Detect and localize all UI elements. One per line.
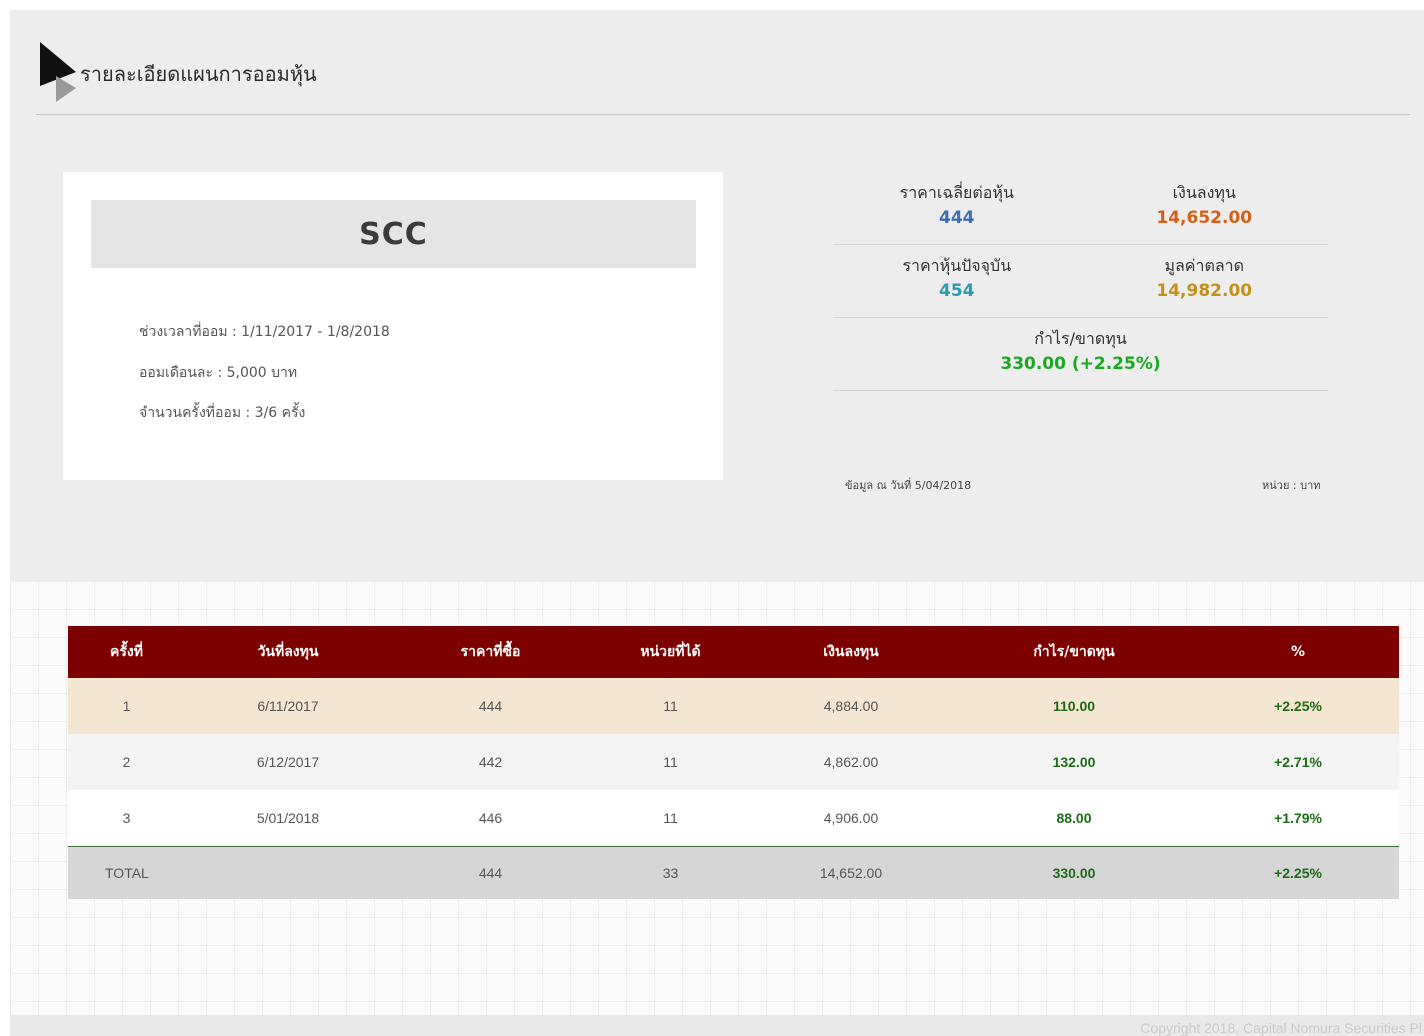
cell-units: 11 [590, 790, 751, 847]
footer: Copyright 2018, Capital Nomura Securitie… [10, 1015, 1424, 1036]
cell-percent: +2.25% [1197, 678, 1399, 734]
monthly-amount: ออมเดือนละ : 5,000 บาท [139, 365, 298, 381]
col-header-date[interactable]: วันที่ลงทุน [185, 626, 391, 678]
as-of-date: ข้อมูล ณ วันที่ 5/04/2018 [845, 479, 972, 492]
cell-round: 3 [68, 790, 185, 847]
current-price-value: 454 [939, 281, 975, 301]
cell-investment: 4,906.00 [751, 790, 951, 847]
col-header-round[interactable]: ครั้งที่ [68, 626, 185, 678]
table-header-row: ครั้งที่ วันที่ลงทุน ราคาที่ซื้อ หน่วยที… [68, 626, 1399, 678]
stat-investment: เงินลงทุน 14,652.00 [1081, 172, 1329, 244]
table-row: 3 5/01/2018 446 11 4,906.00 88.00 +1.79% [68, 790, 1399, 847]
plan-info-card: SCC ช่วงเวลาที่ออม : 1/11/2017 - 1/8/201… [63, 172, 723, 480]
cell-investment: 4,884.00 [751, 678, 951, 734]
copyright-text: Copyright 2018, Capital Nomura Securitie… [1140, 1020, 1422, 1036]
stat-row-pnl: กำไร/ขาดทุน 330.00 (+2.25%) [833, 318, 1328, 391]
symbol-banner: SCC [91, 200, 696, 268]
unit-note: หน่วย : บาท [1262, 479, 1321, 492]
cell-date: 5/01/2018 [185, 790, 391, 847]
stat-row-current-market: ราคาหุ้นปัจจุบัน 454 มูลค่าตลาด 14,982.0… [833, 245, 1328, 318]
table-row: 2 6/12/2017 442 11 4,862.00 132.00 +2.71… [68, 734, 1399, 790]
pnl-label: กำไร/ขาดทุน [1034, 329, 1127, 348]
title-divider [36, 114, 1410, 115]
pnl-value: 330.00 (+2.25%) [1000, 354, 1161, 374]
cell-total-date [185, 846, 391, 899]
cell-total-price: 444 [391, 846, 590, 899]
cell-total-units: 33 [590, 846, 751, 899]
page-title: รายละเอียดแผนการออมหุ้น [80, 62, 317, 86]
investment-label: เงินลงทุน [1172, 183, 1236, 202]
cell-date: 6/12/2017 [185, 734, 391, 790]
cell-percent: +1.79% [1197, 790, 1399, 847]
market-value-label: มูลค่าตลาด [1164, 256, 1245, 275]
stat-row-price-investment: ราคาเฉลี่ยต่อหุ้น 444 เงินลงทุน 14,652.0… [833, 172, 1328, 245]
cell-round: 2 [68, 734, 185, 790]
play-arrow-logo-icon [40, 42, 76, 102]
avg-price-label: ราคาเฉลี่ยต่อหุ้น [899, 183, 1014, 202]
stat-market-value: มูลค่าตลาด 14,982.00 [1081, 245, 1329, 317]
cell-total-percent: +2.25% [1197, 846, 1399, 899]
col-header-price[interactable]: ราคาที่ซื้อ [391, 626, 590, 678]
cell-price: 446 [391, 790, 590, 847]
saving-period: ช่วงเวลาที่ออม : 1/11/2017 - 1/8/2018 [139, 324, 390, 340]
stat-pnl: กำไร/ขาดทุน 330.00 (+2.25%) [833, 318, 1328, 390]
cell-price: 444 [391, 678, 590, 734]
table-row: 1 6/11/2017 444 11 4,884.00 110.00 +2.25… [68, 678, 1399, 734]
cell-pnl: 110.00 [951, 678, 1197, 734]
cell-round: 1 [68, 678, 185, 734]
market-value-value: 14,982.00 [1156, 281, 1253, 301]
stock-symbol: SCC [359, 216, 428, 252]
current-price-label: ราคาหุ้นปัจจุบัน [902, 256, 1012, 275]
cell-percent: +2.71% [1197, 734, 1399, 790]
investment-value: 14,652.00 [1156, 208, 1253, 228]
col-header-units[interactable]: หน่วยที่ได้ [590, 626, 751, 678]
cell-total-investment: 14,652.00 [751, 846, 951, 899]
stat-avg-price: ราคาเฉลี่ยต่อหุ้น 444 [833, 172, 1081, 244]
table-total-row: TOTAL 444 33 14,652.00 330.00 +2.25% [68, 846, 1399, 899]
saving-count: จำนวนครั้งที่ออม : 3/6 ครั้ง [139, 405, 306, 421]
cell-total-pnl: 330.00 [951, 846, 1197, 899]
saving-history-table: ครั้งที่ วันที่ลงทุน ราคาที่ซื้อ หน่วยที… [68, 626, 1399, 899]
cell-pnl: 132.00 [951, 734, 1197, 790]
cell-units: 11 [590, 734, 751, 790]
cell-date: 6/11/2017 [185, 678, 391, 734]
stat-current-price: ราคาหุ้นปัจจุบัน 454 [833, 245, 1081, 317]
cell-investment: 4,862.00 [751, 734, 951, 790]
avg-price-value: 444 [939, 208, 975, 228]
col-header-investment[interactable]: เงินลงทุน [751, 626, 951, 678]
cell-pnl: 88.00 [951, 790, 1197, 847]
cell-total-label: TOTAL [68, 846, 185, 899]
cell-price: 442 [391, 734, 590, 790]
col-header-pnl[interactable]: กำไร/ขาดทุน [951, 626, 1197, 678]
cell-units: 11 [590, 678, 751, 734]
stats-panel: ราคาเฉลี่ยต่อหุ้น 444 เงินลงทุน 14,652.0… [833, 172, 1328, 391]
col-header-percent[interactable]: % [1197, 626, 1399, 678]
